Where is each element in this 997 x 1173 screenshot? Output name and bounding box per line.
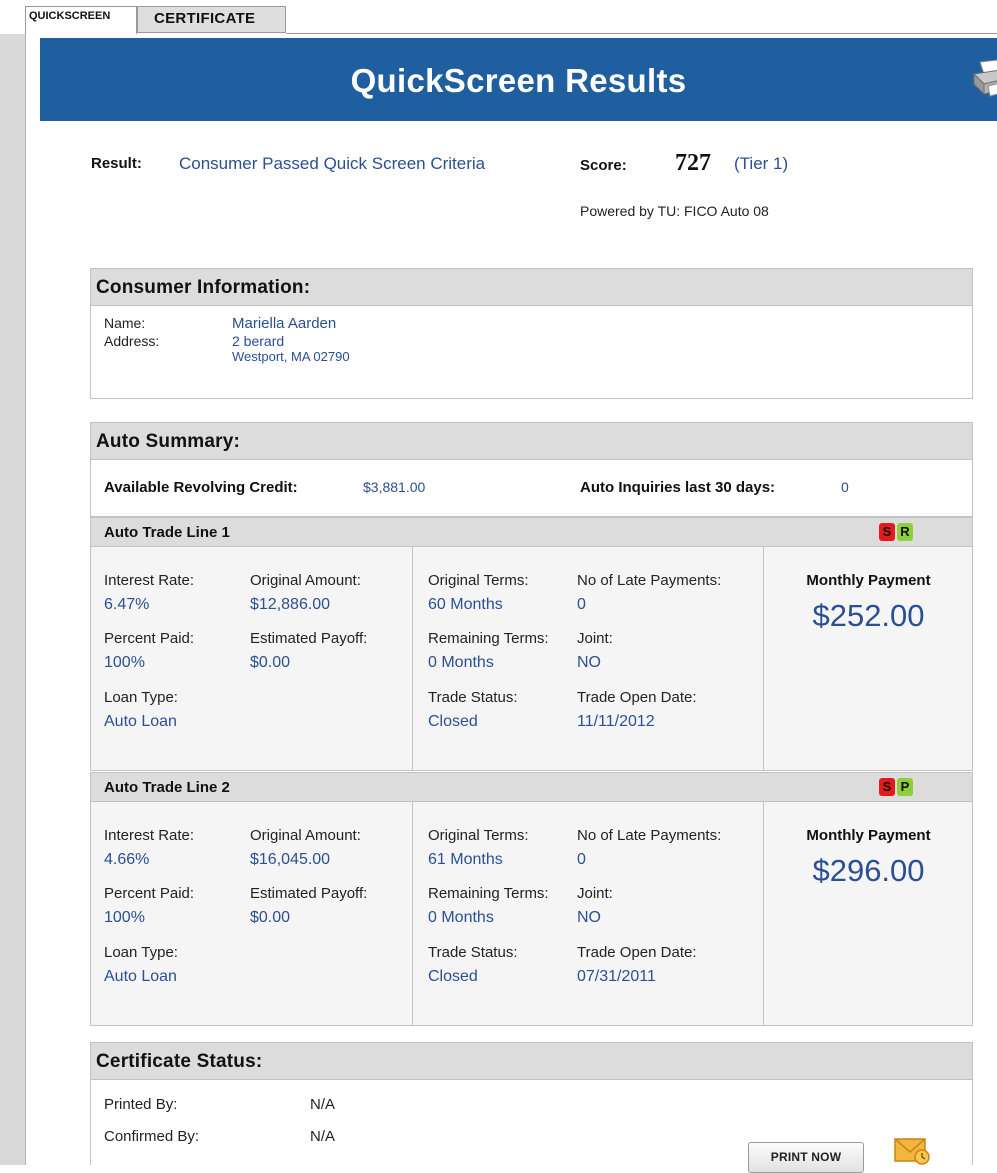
estimated-payoff-label: Estimated Payoff:: [250, 885, 368, 902]
trade-line-header: Auto Trade Line 2: [90, 772, 973, 802]
score-value: 727: [675, 150, 711, 176]
trade-open-date-label: Trade Open Date:: [577, 944, 697, 961]
trade-line-status-badge: S: [879, 778, 895, 796]
original-terms-label: Original Terms:: [428, 827, 529, 844]
trade-line-status-badge: S: [879, 523, 895, 541]
joint-value: NO: [577, 909, 601, 926]
email-icon[interactable]: [893, 1137, 933, 1165]
tab-quickscreen-label: QUICKSCREEN: [29, 10, 111, 22]
joint-value: NO: [577, 654, 601, 671]
late-payments-label: No of Late Payments:: [577, 827, 722, 844]
left-gutter-edge: [25, 34, 26, 1165]
name-label: Name:: [104, 315, 146, 331]
original-terms-value: 60 Months: [428, 596, 503, 613]
percent-paid-label: Percent Paid:: [104, 630, 195, 647]
interest-rate-value: 4.66%: [104, 851, 150, 868]
original-terms-label: Original Terms:: [428, 572, 529, 589]
address-line2: Westport, MA 02790: [232, 349, 350, 364]
print-now-button[interactable]: PRINT NOW: [748, 1142, 864, 1173]
confirmed-by-value: N/A: [310, 1128, 336, 1145]
monthly-payment-value: $252.00: [812, 598, 925, 633]
auto-inquiries-value: 0: [841, 479, 849, 495]
tab-quickscreen[interactable]: QUICKSCREEN: [25, 6, 137, 34]
results-banner: QuickScreen Results: [40, 38, 997, 121]
trade-status-label: Trade Status:: [428, 944, 518, 961]
interest-rate-value: 6.47%: [104, 596, 150, 613]
percent-paid-value: 100%: [104, 909, 145, 926]
certificate-status-header: Certificate Status:: [90, 1042, 973, 1080]
monthly-payment-value: $296.00: [812, 853, 925, 888]
percent-paid-label: Percent Paid:: [104, 885, 195, 902]
auto-inquiries-label: Auto Inquiries last 30 days:: [580, 479, 776, 496]
trade-status-label: Trade Status:: [428, 689, 518, 706]
tier-value: (Tier 1): [734, 154, 789, 173]
trade-open-date-value: 11/11/2012: [577, 713, 655, 730]
printed-by-label: Printed By:: [104, 1096, 178, 1113]
printer-icon[interactable]: [970, 58, 997, 98]
original-amount-value: $12,886.00: [250, 596, 331, 613]
joint-label: Joint:: [577, 885, 613, 902]
remaining-terms-value: 0 Months: [428, 654, 494, 671]
tab-divider: [286, 33, 997, 34]
loan-type-label: Loan Type:: [104, 944, 178, 961]
loan-type-label: Loan Type:: [104, 689, 178, 706]
estimated-payoff-value: $0.00: [250, 909, 291, 926]
revolving-credit-label: Available Revolving Credit:: [104, 479, 298, 496]
interest-rate-label: Interest Rate:: [104, 827, 195, 844]
interest-rate-label: Interest Rate:: [104, 572, 195, 589]
trade-line-status-badge: P: [897, 778, 913, 796]
score-label: Score:: [580, 157, 627, 174]
remaining-terms-label: Remaining Terms:: [428, 885, 549, 902]
tab-certificate-label: CERTIFICATE: [154, 10, 256, 27]
column-divider: [412, 802, 413, 1025]
late-payments-value: 0: [577, 851, 586, 868]
tab-certificate[interactable]: CERTIFICATE: [137, 6, 286, 33]
trade-line-status-badge: R: [897, 523, 913, 541]
trade-line-panel: Interest Rate: 6.47% Original Amount: $1…: [90, 547, 973, 771]
original-amount-label: Original Amount:: [250, 827, 361, 844]
late-payments-value: 0: [577, 596, 586, 613]
estimated-payoff-value: $0.00: [250, 654, 291, 671]
result-label: Result:: [91, 155, 142, 172]
auto-summary-header: Auto Summary:: [90, 422, 973, 460]
consumer-info-header: Consumer Information:: [90, 268, 973, 306]
address-line1: 2 berard: [232, 333, 285, 349]
monthly-payment-label: Monthly Payment: [806, 572, 931, 589]
joint-label: Joint:: [577, 630, 613, 647]
trade-status-value: Closed: [428, 713, 478, 730]
consumer-info-panel: Name: Mariella Aarden Address: 2 berard …: [90, 306, 973, 399]
loan-type-value: Auto Loan: [104, 713, 177, 730]
powered-by: Powered by TU: FICO Auto 08: [580, 203, 769, 219]
revolving-credit-value: $3,881.00: [363, 479, 426, 495]
result-value: Consumer Passed Quick Screen Criteria: [179, 154, 486, 173]
trade-line-header: Auto Trade Line 1: [90, 517, 973, 547]
trade-open-date-label: Trade Open Date:: [577, 689, 697, 706]
trade-open-date-value: 07/31/2011: [577, 968, 656, 985]
remaining-terms-value: 0 Months: [428, 909, 494, 926]
consumer-name: Mariella Aarden: [232, 315, 337, 332]
address-label: Address:: [104, 333, 160, 349]
confirmed-by-label: Confirmed By:: [104, 1128, 200, 1145]
original-amount-label: Original Amount:: [250, 572, 361, 589]
trade-status-value: Closed: [428, 968, 478, 985]
percent-paid-value: 100%: [104, 654, 145, 671]
tab-bar: QUICKSCREEN CERTIFICATE: [0, 0, 997, 34]
left-gutter: [0, 34, 25, 1165]
late-payments-label: No of Late Payments:: [577, 572, 722, 589]
auto-summary-panel: Available Revolving Credit: $3,881.00 Au…: [90, 460, 973, 517]
page-title: QuickScreen Results: [350, 62, 687, 99]
original-terms-value: 61 Months: [428, 851, 503, 868]
printed-by-value: N/A: [310, 1096, 336, 1113]
monthly-payment-label: Monthly Payment: [806, 827, 931, 844]
trade-line-panel: Interest Rate: 4.66% Original Amount: $1…: [90, 802, 973, 1026]
estimated-payoff-label: Estimated Payoff:: [250, 630, 368, 647]
loan-type-value: Auto Loan: [104, 968, 177, 985]
column-divider: [412, 547, 413, 770]
original-amount-value: $16,045.00: [250, 851, 331, 868]
remaining-terms-label: Remaining Terms:: [428, 630, 549, 647]
